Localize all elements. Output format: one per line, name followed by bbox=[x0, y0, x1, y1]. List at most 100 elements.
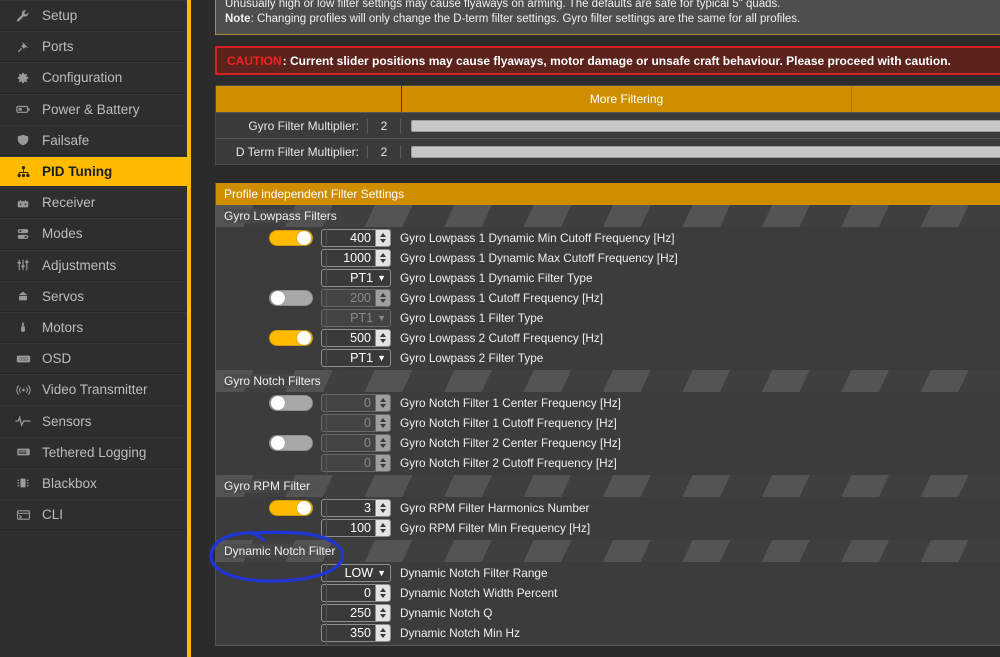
stepper-up-icon[interactable] bbox=[380, 233, 386, 238]
filter-row: 0 Gyro Notch Filter 1 Cutoff Frequency [H… bbox=[216, 412, 1000, 434]
stepper-down-icon[interactable] bbox=[380, 258, 386, 263]
sidebar-item-motors[interactable]: Motors bbox=[0, 311, 187, 344]
number-stepper[interactable] bbox=[375, 605, 390, 621]
enable-toggle[interactable] bbox=[269, 290, 313, 306]
number-stepper[interactable] bbox=[375, 520, 390, 536]
number-stepper[interactable] bbox=[375, 500, 390, 516]
stepper-down-icon[interactable] bbox=[380, 338, 386, 343]
stepper-up-icon[interactable] bbox=[380, 398, 386, 403]
filter-number-input[interactable]: 3 bbox=[321, 499, 391, 517]
stepper-up-icon[interactable] bbox=[380, 438, 386, 443]
sidebar-item-label: Power & Battery bbox=[42, 101, 140, 117]
number-stepper[interactable] bbox=[375, 585, 390, 601]
stepper-up-icon[interactable] bbox=[380, 418, 386, 423]
sidebar-item-sensors[interactable]: Sensors bbox=[0, 405, 187, 437]
slider-track[interactable] bbox=[411, 145, 1000, 158]
stepper-up-icon[interactable] bbox=[380, 523, 386, 528]
sidebar-item-pid-tuning[interactable]: PID Tuning bbox=[0, 155, 187, 188]
sidebar-item-tethered-logging[interactable]: Tethered Logging bbox=[0, 436, 187, 468]
filter-label: Dynamic Notch Min Hz bbox=[400, 626, 520, 640]
stepper-down-icon[interactable] bbox=[380, 238, 386, 243]
enable-toggle[interactable] bbox=[269, 500, 313, 516]
group-title: Gyro RPM Filter bbox=[224, 479, 337, 493]
row-divider bbox=[326, 307, 327, 329]
sidebar-item-label: Adjustments bbox=[42, 257, 117, 273]
terminal-icon bbox=[13, 508, 33, 522]
stepper-up-icon[interactable] bbox=[380, 628, 386, 633]
filter-number-input[interactable]: 100 bbox=[321, 519, 391, 537]
enable-toggle[interactable] bbox=[269, 435, 313, 451]
stepper-up-icon[interactable] bbox=[380, 458, 386, 463]
waveform-icon bbox=[13, 414, 33, 428]
toggle-slot bbox=[216, 435, 321, 451]
stepper-up-icon[interactable] bbox=[380, 333, 386, 338]
sidebar-item-modes[interactable]: Modes bbox=[0, 218, 187, 250]
enable-toggle[interactable] bbox=[269, 330, 313, 346]
slider-row: D Term Filter Multiplier: 2 bbox=[216, 138, 1000, 164]
sidebar-item-receiver[interactable]: Receiver bbox=[0, 187, 187, 219]
sidebar-item-osd[interactable]: OSD OSD bbox=[0, 343, 187, 375]
stepper-down-icon[interactable] bbox=[380, 508, 386, 513]
slider-track-wrap[interactable] bbox=[401, 145, 1000, 158]
filter-row: LOW▼Dynamic Notch Filter Range? bbox=[216, 562, 1000, 584]
stepper-up-icon[interactable] bbox=[380, 608, 386, 613]
number-value: 3 bbox=[364, 501, 371, 515]
stepper-down-icon[interactable] bbox=[380, 633, 386, 638]
number-stepper[interactable] bbox=[375, 230, 390, 246]
stepper-down-icon[interactable] bbox=[380, 593, 386, 598]
filter-row: 250Dynamic Notch Q? bbox=[216, 602, 1000, 624]
row-divider bbox=[326, 622, 327, 644]
filter-number-input[interactable]: 350 bbox=[321, 624, 391, 642]
filter-select[interactable]: LOW ▼ bbox=[321, 564, 391, 582]
battery-icon bbox=[13, 102, 33, 116]
slider-track[interactable] bbox=[411, 119, 1000, 132]
sidebar-item-video-transmitter[interactable]: Video Transmitter bbox=[0, 374, 187, 406]
enable-toggle[interactable] bbox=[269, 395, 313, 411]
stepper-down-icon[interactable] bbox=[380, 613, 386, 618]
enable-toggle[interactable] bbox=[269, 230, 313, 246]
stepper-up-icon[interactable] bbox=[380, 503, 386, 508]
filter-number-input[interactable]: 400 bbox=[321, 229, 391, 247]
stepper-up-icon[interactable] bbox=[380, 253, 386, 258]
sidebar-item-setup[interactable]: Setup bbox=[0, 0, 187, 32]
sidebar-item-power-battery[interactable]: Power & Battery bbox=[0, 93, 187, 125]
slider-label: D Term Filter Multiplier: bbox=[216, 144, 368, 159]
stepper-down-icon[interactable] bbox=[380, 423, 386, 428]
group-title: Gyro Lowpass Filters bbox=[224, 209, 363, 223]
filter-label: Gyro Lowpass 1 Cutoff Frequency [Hz] bbox=[400, 291, 604, 305]
sidebar-item-blackbox[interactable]: Blackbox bbox=[0, 467, 187, 499]
caution-banner: CAUTION : Current slider positions may c… bbox=[215, 46, 1000, 75]
filter-select[interactable]: PT1 ▼ bbox=[321, 349, 391, 367]
number-stepper[interactable] bbox=[375, 625, 390, 641]
number-value: 500 bbox=[350, 331, 371, 345]
sidebar-item-adjustments[interactable]: Adjustments bbox=[0, 249, 187, 281]
filter-number-input[interactable]: 0 bbox=[321, 584, 391, 602]
stepper-up-icon[interactable] bbox=[380, 588, 386, 593]
sidebar-item-servos[interactable]: Servos bbox=[0, 280, 187, 312]
stepper-down-icon[interactable] bbox=[380, 298, 386, 303]
sidebar-item-label: Configuration bbox=[42, 70, 123, 86]
slider-track-wrap[interactable] bbox=[401, 119, 1000, 132]
number-stepper[interactable] bbox=[375, 250, 390, 266]
toggle-slot bbox=[216, 330, 321, 346]
number-value: 0 bbox=[364, 396, 371, 410]
sidebar-item-failsafe[interactable]: Failsafe bbox=[0, 124, 187, 156]
stepper-up-icon[interactable] bbox=[380, 293, 386, 298]
select-value: LOW bbox=[344, 566, 374, 580]
stepper-down-icon[interactable] bbox=[380, 528, 386, 533]
filter-row: PT1 ▼ Gyro Lowpass 1 Filter Type bbox=[216, 307, 1000, 329]
filter-number-input[interactable]: 250 bbox=[321, 604, 391, 622]
filter-number-input[interactable]: 1000 bbox=[321, 249, 391, 267]
stepper-down-icon[interactable] bbox=[380, 463, 386, 468]
sidebar-item-configuration[interactable]: Configuration bbox=[0, 62, 187, 94]
sidebar-item-cli[interactable]: CLI bbox=[0, 499, 187, 531]
slider-label: Gyro Filter Multiplier: bbox=[216, 118, 368, 133]
caution-label: CAUTION bbox=[227, 53, 282, 68]
number-stepper[interactable] bbox=[375, 330, 390, 346]
filter-select[interactable]: PT1 ▼ bbox=[321, 269, 391, 287]
sidebar-item-ports[interactable]: Ports bbox=[0, 31, 187, 63]
stepper-down-icon[interactable] bbox=[380, 443, 386, 448]
notice-note-text: : Changing profiles will only change the… bbox=[250, 13, 801, 26]
stepper-down-icon[interactable] bbox=[380, 403, 386, 408]
filter-number-input[interactable]: 500 bbox=[321, 329, 391, 347]
